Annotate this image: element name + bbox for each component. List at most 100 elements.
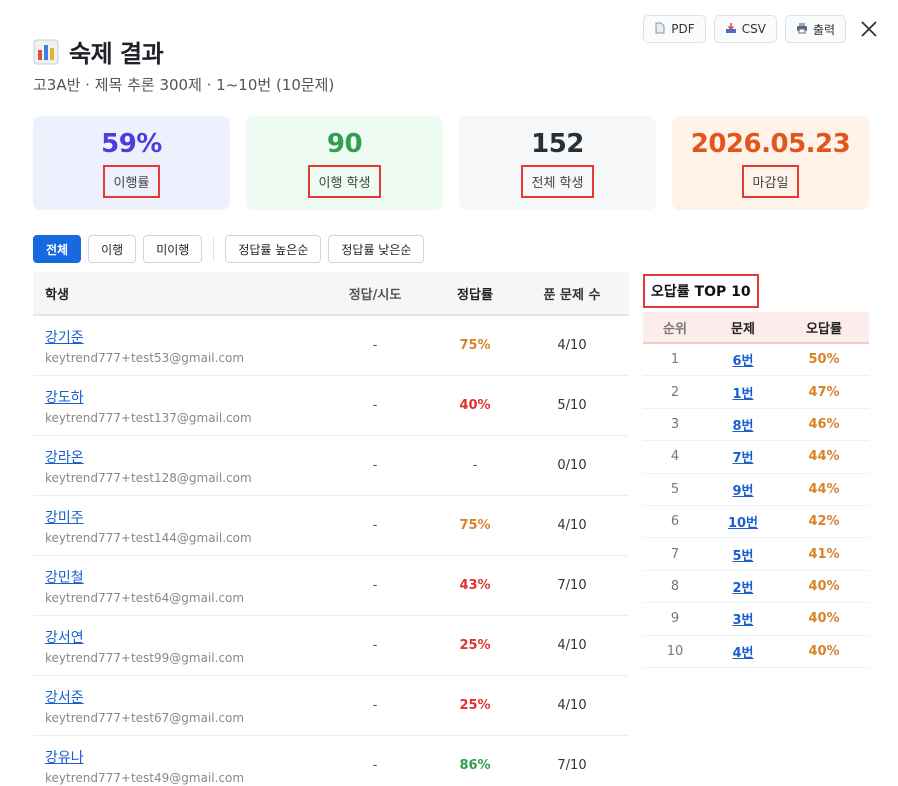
question-link[interactable]: 9번 bbox=[732, 484, 753, 499]
question-link[interactable]: 1번 bbox=[732, 387, 753, 402]
sort-high-button[interactable]: 정답률 높은순 bbox=[225, 235, 322, 263]
question-link[interactable]: 10번 bbox=[728, 516, 758, 531]
print-button[interactable]: 출력 bbox=[784, 15, 846, 43]
page-subtitle: 고3A반 · 제목 추론 300제 · 1~10번 (10문제) bbox=[33, 76, 335, 94]
student-cell: 강기준 keytrend777+test53@gmail.com bbox=[33, 327, 315, 365]
filter-all-button[interactable]: 전체 bbox=[33, 235, 82, 263]
table-row: 강라온 keytrend777+test128@gmail.com - - 0/10 bbox=[33, 436, 629, 496]
question-cell: 10번 bbox=[707, 512, 779, 531]
pdf-button[interactable]: PDF bbox=[643, 15, 706, 43]
rank: 2 bbox=[670, 384, 680, 400]
stat-label: 이행률 bbox=[102, 164, 161, 198]
table-row: 강서준 keytrend777+test67@gmail.com - 25% 4/10 bbox=[33, 676, 629, 736]
question-cell: 8번 bbox=[707, 415, 779, 434]
correct-attempts: - bbox=[372, 638, 378, 653]
stat-card-completion-rate: 59% 이행률 bbox=[33, 116, 230, 210]
download-icon bbox=[725, 22, 737, 37]
table-row: 강서연 keytrend777+test99@gmail.com - 25% 4/10 bbox=[33, 616, 629, 676]
filter-bar: 전체 이행 미이행 정답률 높은순 정답률 낮은순 bbox=[33, 235, 425, 263]
solved-count: 5/10 bbox=[557, 398, 587, 413]
print-label: 출력 bbox=[812, 22, 835, 37]
top10-row: 10 4번 40% bbox=[643, 636, 869, 668]
stat-card-due-date: 2026.05.23 마감일 bbox=[672, 116, 869, 210]
question-link[interactable]: 8번 bbox=[732, 419, 753, 434]
question-cell: 3번 bbox=[707, 609, 779, 628]
student-name-link[interactable]: 강도하 bbox=[45, 387, 315, 407]
correct-rate: 43% bbox=[459, 578, 491, 593]
student-name-link[interactable]: 강서준 bbox=[45, 687, 315, 707]
printer-icon bbox=[796, 22, 808, 37]
top10-body: 1 6번 50% 2 1번 47% 3 8번 46% 4 7번 44% 5 9번 44% 6 10번 42% 7 5번… bbox=[643, 344, 869, 668]
student-name-link[interactable]: 강유나 bbox=[45, 747, 315, 767]
stat-value: 2026.05.23 bbox=[690, 128, 851, 159]
col-wrong-rate: 오답률 bbox=[806, 321, 842, 337]
question-link[interactable]: 6번 bbox=[732, 354, 753, 369]
rank: 4 bbox=[670, 449, 680, 465]
close-icon[interactable] bbox=[859, 19, 879, 39]
student-email: keytrend777+test67@gmail.com bbox=[45, 710, 245, 725]
correct-rate: - bbox=[472, 458, 478, 473]
file-icon bbox=[654, 22, 666, 37]
wrong-rate-top10: 오답률 TOP 10 순위 문제 오답률 1 6번 50% 2 1번 47% 3 8번 46% 4… bbox=[643, 274, 869, 668]
table-body: 강기준 keytrend777+test53@gmail.com -75% 4/10 강… bbox=[33, 316, 629, 786]
pdf-label: PDF bbox=[671, 22, 695, 36]
question-cell: 7번 bbox=[707, 447, 779, 466]
student-name-link[interactable]: 강민철 bbox=[45, 567, 315, 587]
solved-count: 4/10 bbox=[557, 518, 587, 533]
wrong-rate: 42% bbox=[808, 514, 840, 530]
solved-count: 7/10 bbox=[557, 578, 587, 593]
rank: 1 bbox=[670, 352, 680, 368]
correct-rate: 75% bbox=[459, 518, 491, 533]
rank: 7 bbox=[670, 546, 680, 562]
table-row: 강기준 keytrend777+test53@gmail.com - 75% 4/10 bbox=[33, 316, 629, 376]
student-email: keytrend777+test49@gmail.com bbox=[45, 770, 245, 785]
csv-button[interactable]: CSV bbox=[713, 15, 777, 43]
sort-low-button[interactable]: 정답률 낮은순 bbox=[328, 235, 425, 263]
title-row: 숙제 결과 bbox=[33, 34, 164, 69]
top10-row: 8 2번 40% bbox=[643, 571, 869, 604]
question-link[interactable]: 4번 bbox=[732, 646, 753, 661]
bar-chart-icon bbox=[33, 39, 59, 65]
rank: 6 bbox=[670, 514, 680, 530]
filter-not-done-button[interactable]: 미이행 bbox=[143, 235, 203, 263]
student-name-link[interactable]: 강기준 bbox=[45, 327, 315, 347]
question-cell: 5번 bbox=[707, 545, 779, 564]
correct-attempts: - bbox=[372, 518, 378, 533]
question-link[interactable]: 5번 bbox=[732, 549, 753, 564]
correct-attempts: - bbox=[372, 338, 378, 353]
filter-done-button[interactable]: 이행 bbox=[88, 235, 137, 263]
correct-attempts: - bbox=[372, 758, 378, 773]
student-email: keytrend777+test53@gmail.com bbox=[45, 350, 245, 365]
student-name-link[interactable]: 강미주 bbox=[45, 507, 315, 527]
question-link[interactable]: 3번 bbox=[732, 613, 753, 628]
question-cell: 1번 bbox=[707, 383, 779, 402]
col-question: 문제 bbox=[731, 321, 755, 337]
students-table: 학생 정답/시도 정답률 푼 문제 수 강기준 keytrend777+test5… bbox=[33, 272, 629, 786]
top10-row: 1 6번 50% bbox=[643, 344, 869, 377]
export-actions: PDF CSV 출력 bbox=[643, 15, 846, 43]
wrong-rate: 47% bbox=[808, 384, 840, 400]
question-link[interactable]: 7번 bbox=[732, 451, 753, 466]
page-title: 숙제 결과 bbox=[69, 40, 164, 68]
top10-row: 2 1번 47% bbox=[643, 376, 869, 409]
rank: 10 bbox=[666, 643, 684, 659]
correct-attempts: - bbox=[372, 698, 378, 713]
top10-row: 5 9번 44% bbox=[643, 474, 869, 506]
student-name-link[interactable]: 강라온 bbox=[45, 447, 315, 467]
stat-card-completed-students: 90 이행 학생 bbox=[246, 116, 443, 210]
homework-results-modal: 숙제 결과 고3A반 · 제목 추론 300제 · 1~10번 (10문제) P… bbox=[0, 0, 898, 786]
question-link[interactable]: 2번 bbox=[732, 581, 753, 596]
rank: 8 bbox=[670, 578, 680, 594]
student-name-link[interactable]: 강서연 bbox=[45, 627, 315, 647]
question-cell: 6번 bbox=[707, 350, 779, 369]
stat-value: 152 bbox=[531, 128, 584, 159]
table-row: 강민철 keytrend777+test64@gmail.com - 43% 7/10 bbox=[33, 556, 629, 616]
col-rank: 순위 bbox=[663, 321, 687, 337]
correct-rate: 75% bbox=[459, 338, 491, 353]
table-header: 학생 정답/시도 정답률 푼 문제 수 bbox=[33, 272, 629, 316]
wrong-rate: 46% bbox=[808, 416, 840, 432]
student-cell: 강도하 keytrend777+test137@gmail.com bbox=[33, 387, 315, 425]
solved-count: 4/10 bbox=[557, 638, 587, 653]
student-email: keytrend777+test137@gmail.com bbox=[45, 410, 252, 425]
table-row: 강도하 keytrend777+test137@gmail.com - 40% 5/10 bbox=[33, 376, 629, 436]
